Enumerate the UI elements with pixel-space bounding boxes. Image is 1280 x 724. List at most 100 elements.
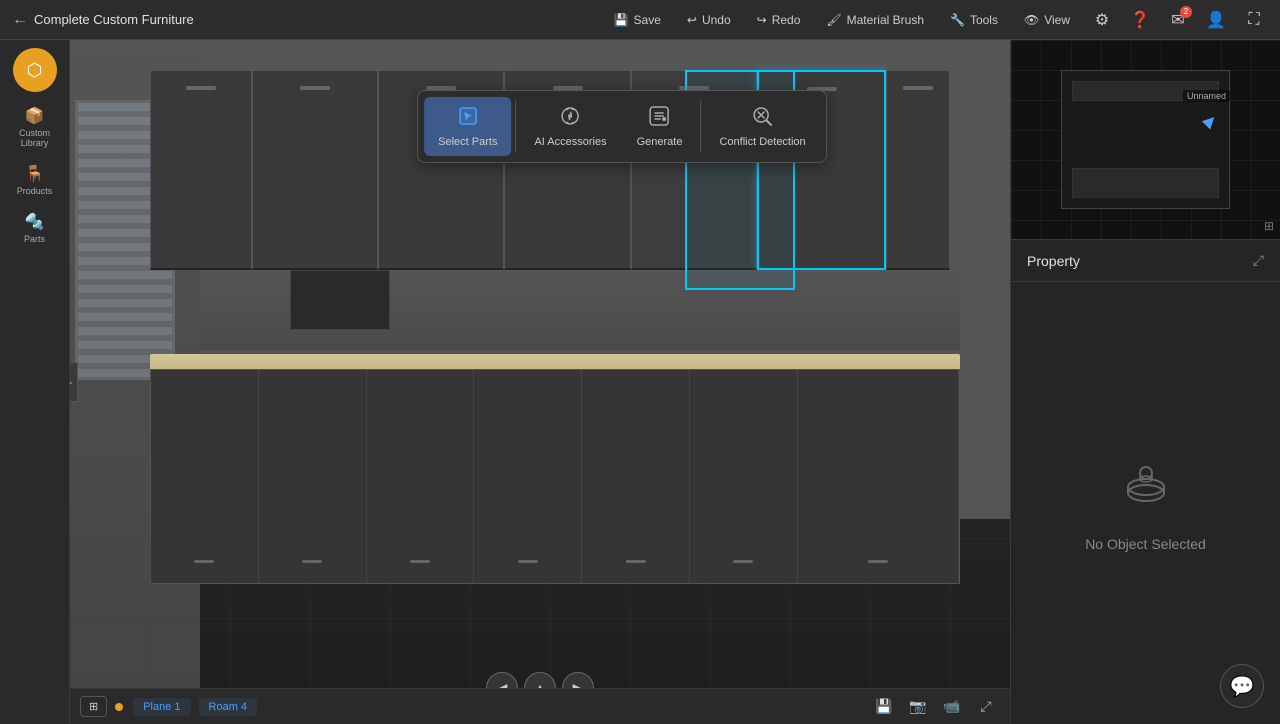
tools-icon: 🔧 xyxy=(950,13,965,27)
material-brush-label: Material Brush xyxy=(847,13,924,27)
select-parts-button[interactable]: Select Parts xyxy=(424,97,511,156)
plane-dot-indicator xyxy=(115,698,125,716)
sidebar-item-products-label: Products xyxy=(17,186,53,196)
camera-button[interactable]: 📷 xyxy=(904,693,932,721)
parts-icon: 🔩 xyxy=(25,212,45,232)
ai-accessories-button[interactable]: AI Accessories xyxy=(520,97,620,156)
conflict-detection-button[interactable]: Conflict Detection xyxy=(705,97,819,156)
back-arrow-icon: ← xyxy=(12,11,28,29)
minimap-content: ▲ Unnamed xyxy=(1011,40,1280,239)
view-button[interactable]: 👁 View xyxy=(1014,9,1080,31)
generate-label: Generate xyxy=(637,136,683,148)
sidebar-item-parts-label: Parts xyxy=(24,234,45,244)
plane-tab[interactable]: Plane 1 xyxy=(133,698,190,716)
material-brush-icon: 🖌 xyxy=(826,13,841,27)
redo-label: Redo xyxy=(772,13,801,27)
logo-icon: ⬡ xyxy=(27,60,43,81)
redo-button[interactable]: ↪ Redo xyxy=(747,9,811,31)
property-expand-button[interactable]: ⤢ xyxy=(1253,252,1264,269)
right-panel: ▲ Unnamed ⊞ Property ⤢ xyxy=(1010,40,1280,724)
minimap-expand-button[interactable]: ⊞ xyxy=(1264,219,1274,233)
conflict-detection-icon xyxy=(752,105,774,133)
expand-icon: ⊞ xyxy=(1264,219,1274,233)
undo-label: Undo xyxy=(702,13,731,27)
tools-button[interactable]: 🔧 Tools xyxy=(940,9,1008,31)
undo-button[interactable]: ↩ Undo xyxy=(677,9,741,31)
no-object-icon xyxy=(1116,455,1176,520)
notification-badge: 2 xyxy=(1180,6,1192,18)
header: ← Complete Custom Furniture 💾 Save ↩ Und… xyxy=(0,0,1280,40)
redo-icon: ↪ xyxy=(757,13,767,27)
select-parts-icon xyxy=(457,105,479,133)
view-label: View xyxy=(1044,13,1070,27)
save-label: Save xyxy=(634,13,661,27)
chat-icon: 💬 xyxy=(1230,674,1255,699)
user-icon: 👤 xyxy=(1206,10,1226,30)
header-toolbar: 💾 Save ↩ Undo ↪ Redo 🖌 Material Brush 🔧 … xyxy=(604,4,1280,36)
app-logo: ⬡ xyxy=(13,48,57,92)
select-parts-label: Select Parts xyxy=(438,136,497,148)
record-button[interactable]: 📹 xyxy=(938,693,966,721)
sidebar-item-parts[interactable]: 🔩 Parts xyxy=(5,206,65,250)
property-header: Property ⤢ xyxy=(1011,240,1280,282)
property-empty-state: No Object Selected xyxy=(1011,282,1280,724)
toolbar-divider-2 xyxy=(700,101,701,152)
property-title: Property xyxy=(1027,253,1080,269)
tools-label: Tools xyxy=(970,13,998,27)
ai-accessories-label: AI Accessories xyxy=(534,136,606,148)
sidebar-item-products[interactable]: 🪑 Products xyxy=(5,158,65,202)
roam-tab[interactable]: Roam 4 xyxy=(199,698,258,716)
settings-icon: ⚙ xyxy=(1095,10,1109,30)
bottom-tools: 💾 📷 📹 ⤢ xyxy=(870,693,1000,721)
material-brush-button[interactable]: 🖌 Material Brush xyxy=(816,9,934,31)
save-scene-icon: 💾 xyxy=(875,698,892,715)
back-button[interactable]: ← Complete Custom Furniture xyxy=(0,11,206,29)
notifications-button[interactable]: ✉ 2 xyxy=(1162,4,1194,36)
sidebar-item-custom-library[interactable]: 📦 CustomLibrary xyxy=(5,100,65,154)
bottom-bar: ⊞ Plane 1 Roam 4 💾 📷 📹 ⤢ xyxy=(70,688,1010,724)
panel-collapse-button[interactable]: ▶ xyxy=(70,362,78,402)
main-toolbar: Select Parts AI Accessories xyxy=(417,90,827,163)
property-expand-icon: ⤢ xyxy=(1253,252,1264,268)
record-icon: 📹 xyxy=(943,698,960,715)
no-object-label: No Object Selected xyxy=(1085,536,1206,552)
help-button[interactable]: ❓ xyxy=(1124,4,1156,36)
cabinet-unit-7[interactable] xyxy=(886,70,950,270)
conflict-detection-label: Conflict Detection xyxy=(719,136,805,148)
left-sidebar: ⬡ 📦 CustomLibrary 🪑 Products 🔩 Parts xyxy=(0,40,70,724)
save-icon: 💾 xyxy=(614,13,629,27)
user-button[interactable]: 👤 xyxy=(1200,4,1232,36)
ai-accessories-icon xyxy=(560,105,582,133)
app-title: Complete Custom Furniture xyxy=(34,12,194,27)
viewport[interactable]: ◀ ▲ ▶ Select Parts xyxy=(70,40,1010,724)
property-panel: Property ⤢ No Object Sel xyxy=(1011,240,1280,724)
minimap-scene-label: Unnamed xyxy=(1183,90,1230,102)
cabinet-unit-1[interactable] xyxy=(150,70,252,270)
fullscreen-icon: ⛶ xyxy=(1248,11,1259,29)
grid-toggle-button[interactable]: ⊞ xyxy=(80,696,107,717)
toolbar-divider-1 xyxy=(515,101,516,152)
fullscreen-view-button[interactable]: ⤢ xyxy=(972,693,1000,721)
save-button[interactable]: 💾 Save xyxy=(604,9,671,31)
camera-icon: 📷 xyxy=(909,698,926,715)
chat-button[interactable]: 💬 xyxy=(1220,664,1264,708)
products-icon: 🪑 xyxy=(25,164,45,184)
range-hood xyxy=(290,270,390,330)
settings-button[interactable]: ⚙ xyxy=(1086,4,1118,36)
sidebar-item-custom-library-label: CustomLibrary xyxy=(19,128,50,148)
minimap: ▲ Unnamed ⊞ xyxy=(1011,40,1280,240)
floor xyxy=(70,538,1010,688)
fullscreen-button[interactable]: ⛶ xyxy=(1238,4,1270,36)
undo-icon: ↩ xyxy=(687,13,697,27)
help-icon: ❓ xyxy=(1130,10,1150,30)
generate-icon xyxy=(649,105,671,133)
panel-collapse-icon: ▶ xyxy=(70,375,73,389)
grid-icon: ⊞ xyxy=(89,700,98,713)
counter-top xyxy=(150,354,960,369)
save-scene-button[interactable]: 💾 xyxy=(870,693,898,721)
view-icon: 👁 xyxy=(1024,13,1039,27)
custom-library-icon: 📦 xyxy=(25,106,45,126)
generate-button[interactable]: Generate xyxy=(623,97,697,156)
fullscreen-view-icon: ⤢ xyxy=(980,698,991,715)
cabinet-unit-2[interactable] xyxy=(252,70,378,270)
